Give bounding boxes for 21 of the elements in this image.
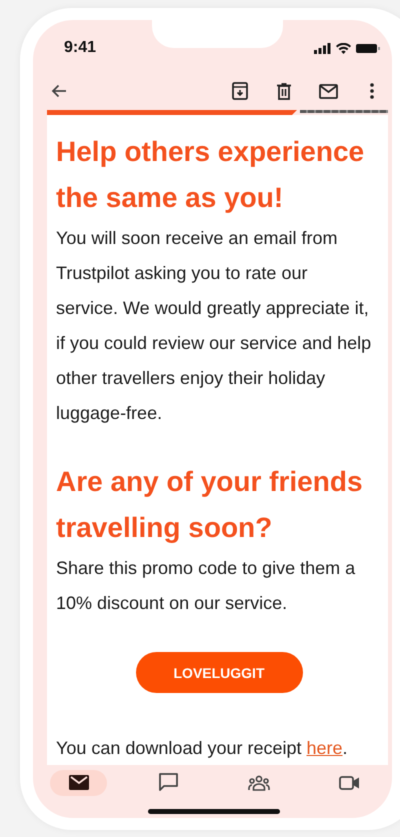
receipt-text: You can download your receipt here. — [56, 737, 349, 760]
people-icon — [248, 774, 270, 790]
back-arrow-icon — [51, 84, 67, 98]
promo-code-button[interactable]: LOVELUGGIT — [136, 652, 302, 693]
envelope-icon — [318, 84, 338, 98]
receipt-link[interactable]: here — [306, 738, 343, 758]
archive-box-icon — [232, 82, 248, 100]
email-paragraph: You will soon receive an email from Trustpilot asking you to rate our service. We would greatly appreciate it, if you could review our service and help other travellers enjoy their holiday luggage-free. — [56, 227, 372, 425]
mail-tab[interactable] — [50, 770, 107, 796]
status-time: 9:41 — [64, 38, 96, 57]
email-heading: Are any of your friends travelling soon? — [56, 465, 364, 545]
wifi-icon — [336, 42, 351, 54]
signal-icon — [314, 42, 331, 54]
envelope-icon — [68, 775, 88, 790]
email-paragraph: Share this promo code to give them a 10% discount on our service. — [56, 557, 356, 615]
battery-icon — [356, 42, 380, 54]
email-heading: Help others experience the same as you! — [56, 135, 366, 215]
video-camera-icon — [338, 776, 360, 790]
speech-bubble-icon — [159, 773, 178, 792]
more-icon — [370, 83, 374, 99]
trash-icon — [277, 82, 291, 100]
